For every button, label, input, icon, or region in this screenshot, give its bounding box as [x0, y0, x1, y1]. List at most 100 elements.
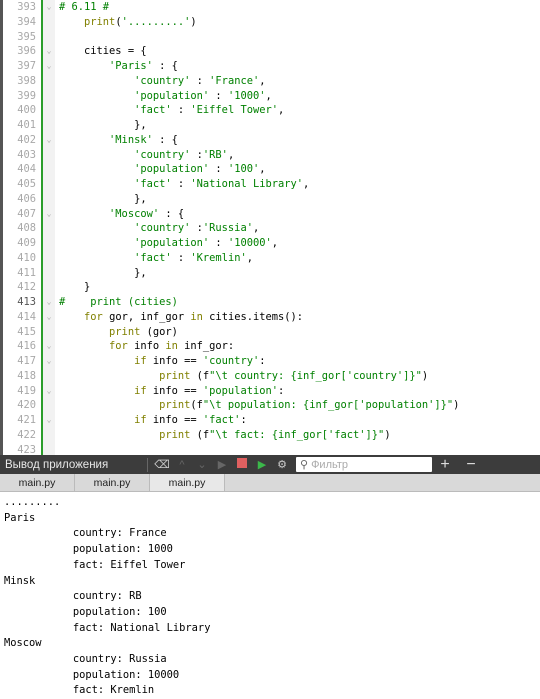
code-token: }, — [59, 266, 147, 279]
code-line[interactable]: 414 ⌄ for gor, inf_gor in cities.items(): — [3, 309, 540, 325]
line-number: 394 — [17, 15, 36, 28]
code-line[interactable]: 419 ⌄ if info == 'population': — [3, 383, 540, 399]
code-line[interactable]: 417 ⌄ if info == 'country': — [3, 354, 540, 369]
fold-gutter — [41, 29, 55, 45]
code-text: if info == 'country': — [59, 354, 265, 369]
line-number: 397 — [17, 60, 36, 72]
code-line[interactable]: 412 } — [3, 280, 540, 295]
plus-icon[interactable]: + — [432, 456, 458, 474]
fold-chevron-icon[interactable]: ⌄ — [41, 309, 55, 325]
code-line[interactable]: 401 }, — [3, 118, 540, 133]
fold-gutter — [41, 14, 55, 30]
code-line[interactable]: 416 ⌄ for info in inf_gor: — [3, 339, 540, 354]
code-line[interactable]: 411 }, — [3, 265, 540, 281]
line-number: 412 — [17, 281, 36, 294]
fold-gutter — [41, 368, 55, 384]
line-number: 402 — [17, 133, 36, 146]
fold-chevron-icon[interactable]: ⌄ — [41, 206, 55, 222]
code-line[interactable]: 402 ⌄ 'Minsk' : { — [3, 132, 540, 148]
fold-chevron-icon[interactable]: ⌄ — [41, 413, 55, 428]
gear-icon[interactable]: ⚙ — [272, 458, 292, 471]
code-line[interactable]: 421 ⌄ if info == 'fact': — [3, 413, 540, 428]
code-text: 'country' :'RB', — [59, 148, 234, 163]
code-token: 'Minsk' — [109, 133, 153, 146]
filter-input[interactable]: ⚲ Фильтр — [296, 457, 432, 472]
code-line[interactable]: 398 'country' : 'France', — [3, 73, 540, 89]
code-token: , — [259, 74, 266, 87]
code-line[interactable]: 394 print('.........') — [3, 14, 540, 30]
code-line[interactable]: 410 'fact' : 'Kremlin', — [3, 250, 540, 266]
code-line[interactable]: 422 print (f"\t fact: {inf_gor['fact']}"… — [3, 427, 540, 443]
fold-gutter — [41, 177, 55, 192]
clear-output-icon[interactable]: ⌫ — [152, 458, 172, 471]
fold-chevron-icon[interactable]: ⌄ — [41, 44, 55, 59]
stop-icon[interactable] — [232, 458, 252, 471]
line-number: 401 — [17, 119, 36, 131]
line-number: 399 — [17, 89, 36, 102]
code-line[interactable]: 400 'fact' : 'Eiffel Tower', — [3, 103, 540, 118]
code-token: info == — [146, 355, 203, 367]
code-line[interactable]: 396 ⌄ cities = { — [3, 44, 540, 59]
fold-chevron-icon[interactable]: ⌄ — [41, 354, 55, 369]
code-line[interactable]: 399 'population' : '1000', — [3, 88, 540, 104]
code-line[interactable]: 408 'country' :'Russia', — [3, 221, 540, 236]
fold-chevron-icon[interactable]: ⌄ — [41, 59, 55, 74]
code-line[interactable]: 403 'country' :'RB', — [3, 147, 540, 163]
line-number: 422 — [17, 428, 36, 441]
code-line[interactable]: 423 — [3, 442, 540, 455]
code-text: print(f"\t population: {inf_gor['populat… — [59, 398, 459, 413]
code-token: 'population' — [134, 89, 210, 102]
code-token: for — [84, 310, 103, 323]
code-token: 'Eiffel Tower' — [190, 104, 278, 117]
fold-chevron-icon[interactable]: ⌄ — [41, 339, 55, 354]
code-token: # print (cities) — [59, 296, 178, 308]
code-line[interactable]: 415 print (gor) — [3, 324, 540, 340]
code-token: 'country' — [134, 148, 191, 161]
code-text: # 6.11 # — [59, 0, 109, 15]
code-line[interactable]: 407 ⌄ 'Moscow' : { — [3, 206, 540, 222]
line-number: 415 — [17, 325, 36, 338]
debug-run-icon[interactable]: ▶ — [252, 458, 272, 471]
code-token: 'country' — [134, 74, 191, 87]
code-text: 'fact' : 'National Library', — [59, 177, 309, 192]
output-tab[interactable]: main.py — [75, 474, 150, 491]
code-line[interactable]: 418 print (f"\t country: {inf_gor['count… — [3, 368, 540, 384]
code-line[interactable]: 393 ⌄ # 6.11 # — [3, 0, 540, 15]
fold-chevron-icon[interactable]: ⌄ — [41, 295, 55, 310]
line-number: 409 — [17, 237, 36, 249]
code-text: 'country' : 'France', — [59, 74, 265, 89]
code-line[interactable]: 409 'population' : '10000', — [3, 236, 540, 251]
code-line[interactable]: 413 ⌄ # print (cities) — [3, 295, 540, 310]
output-tab[interactable]: main.py — [0, 474, 75, 491]
code-token: : — [190, 74, 210, 87]
code-token: inf_gor: — [177, 340, 235, 353]
chevron-down-icon[interactable]: ⌄ — [192, 458, 212, 471]
minus-icon[interactable]: − — [458, 456, 484, 474]
output-tab[interactable]: main.py — [150, 474, 225, 491]
fold-chevron-icon[interactable]: ⌄ — [41, 132, 55, 148]
code-line[interactable]: 406 }, — [3, 191, 540, 207]
code-token: , — [246, 251, 253, 264]
code-text: print('.........') — [59, 15, 197, 30]
fold-chevron-icon[interactable]: ⌄ — [41, 0, 55, 15]
output-toolbar: Вывод приложения ⌫ ^ ⌄ ▶ ▶ ⚙ ⚲ Фильтр + − — [0, 455, 540, 474]
run-icon[interactable]: ▶ — [212, 458, 232, 471]
code-line[interactable]: 420 print(f"\t population: {inf_gor['pop… — [3, 398, 540, 413]
fold-chevron-icon[interactable]: ⌄ — [41, 383, 55, 399]
code-token: 'France' — [209, 74, 260, 87]
code-token: "\t population: {inf_gor['population']}" — [202, 399, 454, 412]
code-line[interactable]: 404 'population' : '100', — [3, 162, 540, 177]
chevron-up-icon[interactable]: ^ — [172, 459, 192, 471]
code-line[interactable]: 395 — [3, 29, 540, 45]
code-editor[interactable]: 393 ⌄ # 6.11 #394 print('.........') 395 396… — [0, 0, 540, 455]
code-token: 'population' — [134, 237, 210, 249]
code-token: 'National Library' — [190, 178, 304, 190]
code-line[interactable]: 397 ⌄ 'Paris' : { — [3, 59, 540, 74]
code-line[interactable]: 405 'fact' : 'National Library', — [3, 177, 540, 192]
code-token: ) — [384, 428, 391, 441]
